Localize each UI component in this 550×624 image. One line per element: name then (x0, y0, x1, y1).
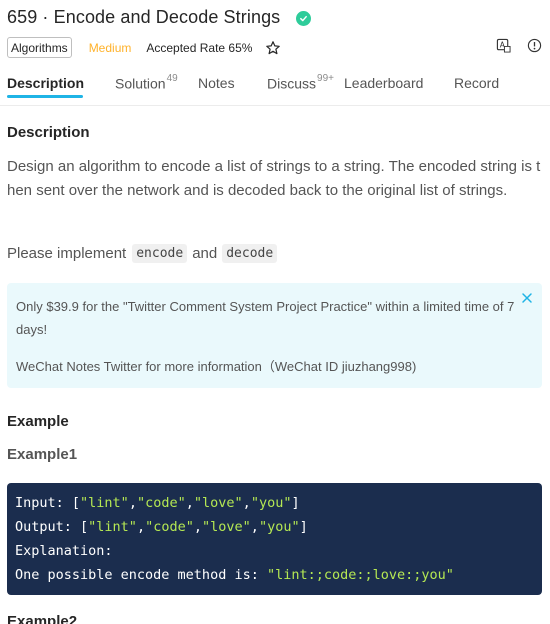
example2-heading: Example2 (7, 613, 78, 624)
code-string: "you" (258, 519, 300, 535)
code-string: "code" (145, 519, 194, 535)
encode-code: encode (132, 244, 188, 263)
tab-notes[interactable]: Notes (198, 75, 235, 91)
code-string: "you" (250, 495, 292, 511)
tab-label: Record (454, 75, 500, 91)
promo-notice: Only $39.9 for the "Twitter Comment Syst… (7, 283, 542, 388)
code-label: Output: (15, 519, 81, 535)
code-line-explanation: Explanation: (15, 543, 113, 559)
example1-heading: Example1 (7, 446, 78, 463)
code-string: "love" (202, 519, 251, 535)
tab-record[interactable]: Record (454, 75, 499, 91)
example-heading: Example (7, 413, 69, 430)
promo-wechat-text: WeChat Notes Twitter for more informatio… (16, 359, 417, 374)
translate-icon[interactable]: A (496, 38, 511, 53)
tab-label: Discuss (267, 75, 317, 92)
solved-check-icon (296, 10, 312, 26)
promo-text: Only $39.9 for the "Twitter Comment Syst… (16, 299, 515, 337)
code-label: Input: (15, 495, 72, 511)
tab-leaderboard[interactable]: Leaderboard (344, 75, 423, 91)
tab-badge: 49 (166, 73, 178, 84)
code-label: One possible encode method is: (15, 567, 267, 583)
code-string: "code" (136, 495, 186, 511)
implement-line: Please implement encode and decode (7, 244, 282, 263)
problem-header: 659 · Encode and Decode Strings (7, 7, 312, 28)
tab-label: Solution (115, 75, 166, 92)
header-actions: A (496, 38, 542, 53)
description-text: Design an algorithm to encode a list of … (7, 158, 541, 199)
code-string: "lint:;code:;love:;you" (266, 567, 454, 583)
active-tab-indicator (7, 95, 83, 98)
star-icon[interactable] (265, 40, 281, 56)
tab-label: Notes (198, 75, 235, 91)
difficulty-label: Medium (88, 40, 132, 55)
algorithms-tag[interactable]: Algorithms (7, 37, 72, 58)
code-string: "lint" (88, 519, 137, 535)
tab-description[interactable]: Description (7, 75, 84, 91)
tab-solution[interactable]: Solution49 (115, 73, 178, 92)
tab-label: Leaderboard (344, 75, 424, 91)
tab-badge: 99+ (317, 73, 334, 84)
description-heading: Description (7, 124, 90, 141)
code-string: "love" (193, 495, 243, 511)
example1-code: Input: ["lint","code","love","you"] Outp… (7, 483, 542, 595)
problem-meta: Algorithms Medium Accepted Rate 65% (7, 37, 281, 58)
decode-code: decode (222, 244, 278, 263)
info-icon[interactable] (527, 38, 542, 53)
code-line-input: Input: ["lint","code","love","you"] (15, 495, 300, 511)
implement-prefix: Please implement (7, 245, 127, 262)
code-line-method: One possible encode method is: "lint:;co… (15, 563, 534, 587)
close-icon[interactable] (520, 291, 534, 305)
code-string: "lint" (80, 495, 129, 511)
and-text: and (192, 245, 218, 262)
code-line-output: Output: ["lint","code","love","you"] (15, 519, 308, 535)
tab-discuss[interactable]: Discuss99+ (267, 73, 334, 92)
tab-label: Description (7, 75, 85, 91)
problem-title: 659 · Encode and Decode Strings (7, 7, 281, 27)
accepted-rate: Accepted Rate 65% (146, 40, 253, 55)
problem-tabs: Description Solution49 Notes Discuss99+ … (0, 66, 550, 106)
